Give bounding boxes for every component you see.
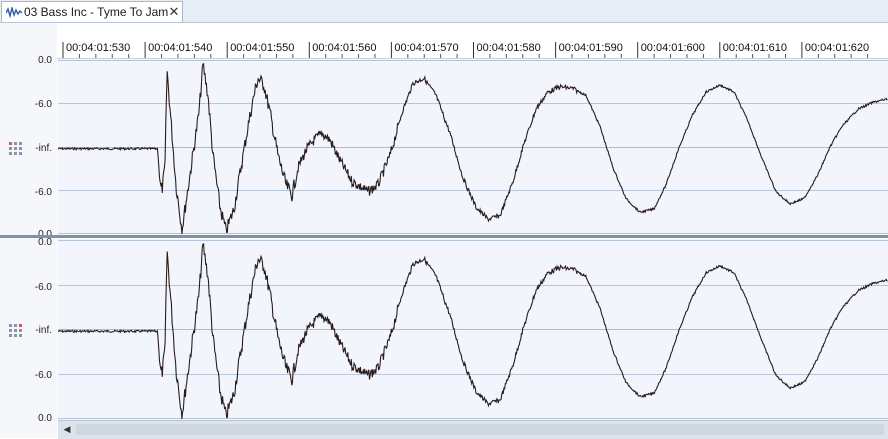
tab-bar: 03 Bass Inc - Tyme To Jam ✕ xyxy=(0,0,888,23)
ruler-tick-label: 00:04:01:530 xyxy=(66,42,131,54)
ruler-tick-label: 00:04:01:610 xyxy=(722,42,788,54)
waveform-channel-right[interactable] xyxy=(58,239,888,420)
editor-tab[interactable]: 03 Bass Inc - Tyme To Jam ✕ xyxy=(1,1,183,22)
waveform-left xyxy=(58,59,888,235)
db-scale-label: -6.0 xyxy=(34,370,52,381)
waveform-channel-left[interactable] xyxy=(58,59,888,235)
db-scale-label: -6.0 xyxy=(34,282,52,293)
ruler-tick-label: 00:04:01:620 xyxy=(804,42,870,54)
horizontal-scrollbar[interactable]: ◀ xyxy=(58,420,888,439)
time-ruler[interactable]: 00:04:01:530 00:04:01:540 00:04:01:550 00:0… xyxy=(57,38,888,59)
channel-handle-right[interactable] xyxy=(8,323,22,337)
scroll-left-icon[interactable]: ◀ xyxy=(61,421,73,438)
db-scale-label: -6.0 xyxy=(34,187,52,198)
db-scale-label: 0.0 xyxy=(38,413,52,424)
ruler-tick-label: 00:04:01:590 xyxy=(558,42,623,54)
db-scale-label: 0.0 xyxy=(38,55,52,66)
channel-handle-left[interactable] xyxy=(8,141,22,155)
db-scale-label: -6.0 xyxy=(34,99,52,110)
ruler-tick-label: 00:04:01:550 xyxy=(230,42,295,54)
db-scale-label: 0.0 xyxy=(38,237,52,248)
ruler-tick-label: 00:04:01:560 xyxy=(312,42,377,54)
waveform-right xyxy=(58,239,888,420)
ruler-tick-label: 00:04:01:600 xyxy=(640,42,705,54)
db-scale-label: -inf. xyxy=(35,143,52,154)
db-scale-label: -inf. xyxy=(35,325,52,336)
drag-handle-icon xyxy=(9,142,22,155)
ruler-tick-label: 00:04:01:570 xyxy=(394,42,459,54)
waveform-icon xyxy=(6,7,23,18)
drag-handle-icon xyxy=(9,324,22,337)
scrollbar-thumb[interactable] xyxy=(76,424,884,435)
channel-divider[interactable] xyxy=(0,235,888,238)
ruler-tick-label: 00:04:01:540 xyxy=(148,42,213,54)
close-icon[interactable]: ✕ xyxy=(167,4,181,19)
ruler-tick-label: 00:04:01:580 xyxy=(476,42,541,54)
tab-title: 03 Bass Inc - Tyme To Jam xyxy=(24,5,169,19)
